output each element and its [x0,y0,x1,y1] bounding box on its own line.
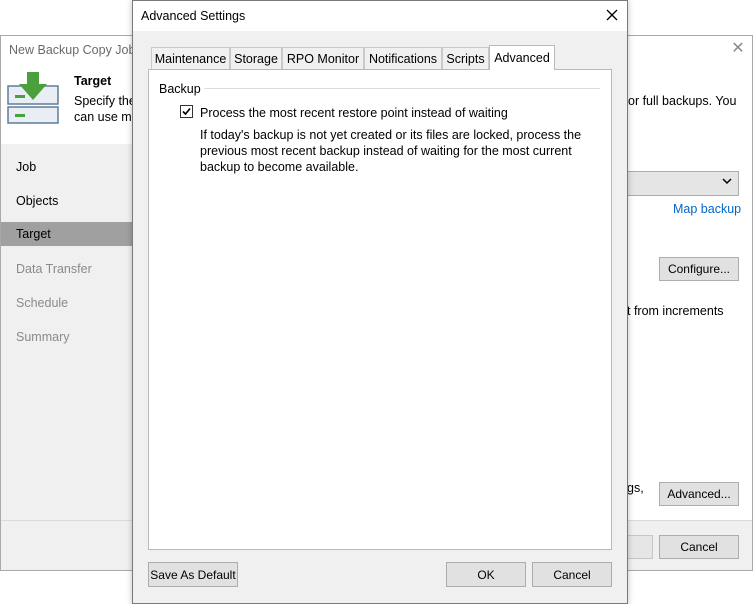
dialog-close-icon[interactable] [603,6,621,24]
settings-text: gs, [627,481,644,495]
target-icon [7,70,61,124]
increments-text: t from increments [627,304,724,318]
advanced-button[interactable]: Advanced... [659,482,739,506]
description-line-1: If today's backup is not yet created or … [200,128,582,142]
step-summary: Summary [16,330,70,344]
wizard-cancel-button[interactable]: Cancel [659,535,739,559]
wizard-finish-button [627,535,653,559]
wizard-header-right-text: or full backups. You [628,94,737,108]
save-as-default-button[interactable]: Save As Default [148,562,238,587]
map-backup-link[interactable]: Map backup [673,202,741,216]
wizard-header-desc-2: can use ma [74,110,139,124]
tab-notifications[interactable]: Notifications [364,47,442,69]
tab-rpo-monitor[interactable]: RPO Monitor [282,47,364,69]
wizard-header-title: Target [74,74,112,88]
step-data-transfer: Data Transfer [16,262,92,276]
close-icon[interactable]: ✕ [729,40,747,58]
group-divider [204,88,600,89]
process-recent-checkbox-label[interactable]: Process the most recent restore point in… [200,106,508,120]
step-job[interactable]: Job [1,155,132,179]
description-line-3: backup to become available. [200,160,359,174]
dialog-title: Advanced Settings [141,9,246,23]
backup-group-label: Backup [159,82,201,96]
tab-storage[interactable]: Storage [230,47,282,69]
wizard-content-area [627,144,752,520]
process-recent-checkbox[interactable] [180,105,193,118]
step-schedule: Schedule [16,296,69,310]
chevron-down-icon [722,176,732,189]
ok-button[interactable]: OK [446,562,526,587]
step-target[interactable]: Target [1,222,132,246]
wizard-title: New Backup Copy Job [9,43,136,57]
tab-maintenance[interactable]: Maintenance [151,47,230,69]
tab-scripts[interactable]: Scripts [442,47,489,69]
tab-advanced[interactable]: Advanced [489,45,555,70]
wizard-header-desc-1: Specify the [74,94,136,108]
step-objects[interactable]: Objects [1,189,132,213]
cancel-button[interactable]: Cancel [532,562,612,587]
configure-button[interactable]: Configure... [659,257,739,281]
description-line-2: previous most recent backup instead of w… [200,144,572,158]
backup-repository-dropdown[interactable] [627,171,739,196]
checkmark-icon [182,107,191,116]
